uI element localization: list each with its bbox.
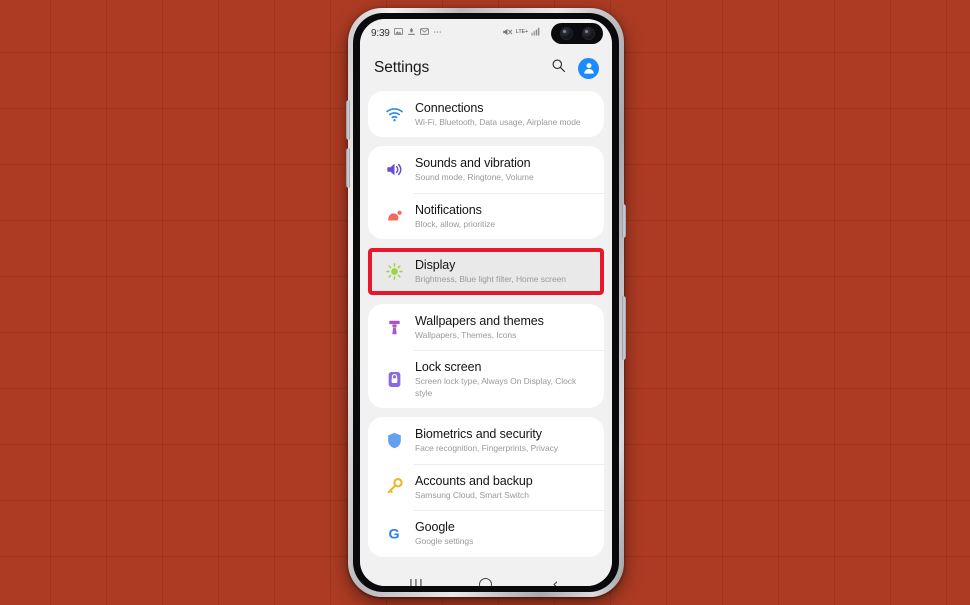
- paint-roller-icon: [378, 318, 410, 337]
- home-icon[interactable]: [468, 570, 504, 586]
- list-item-display[interactable]: Display Brightness, Blue light filter, H…: [368, 248, 604, 295]
- phone-device: 9:39 LTE+ Settings Connections Wi-Fi, Bl…: [346, 8, 626, 597]
- settings-card-group-highlighted: Display Brightness, Blue light filter, H…: [368, 248, 604, 295]
- navigation-bar: ||| ‹: [360, 567, 612, 586]
- back-icon[interactable]: ‹: [537, 570, 573, 586]
- list-item-title: Biometrics and security: [415, 427, 542, 442]
- list-item-title: Sounds and vibration: [415, 156, 531, 171]
- list-item-subtitle: Screen lock type, Always On Display, Clo…: [415, 376, 577, 398]
- backdrop: 9:39 LTE+ Settings Connections Wi-Fi, Bl…: [0, 0, 970, 605]
- list-item-text: Accounts and backup Samsung Cloud, Smart…: [410, 473, 533, 501]
- list-item-title: Accounts and backup: [415, 473, 533, 488]
- list-item-subtitle: Wi-Fi, Bluetooth, Data usage, Airplane m…: [415, 117, 581, 127]
- list-item[interactable]: Wallpapers and themes Wallpapers, Themes…: [368, 304, 604, 350]
- list-item-text: Sounds and vibration Sound mode, Rington…: [410, 155, 534, 183]
- status-bar: 9:39 LTE+: [360, 19, 612, 47]
- list-item-subtitle: Sound mode, Ringtone, Volume: [415, 172, 534, 183]
- list-item-subtitle: Wallpapers, Themes, Icons: [415, 329, 517, 340]
- signal-icon: [531, 27, 541, 39]
- punch-hole-camera: [551, 23, 603, 44]
- list-item-title: Display: [415, 258, 456, 273]
- camera-lens-secondary: [581, 27, 595, 40]
- photo-icon: [393, 27, 403, 39]
- list-item-title: Lock screen: [415, 360, 482, 375]
- power-button[interactable]: [622, 296, 626, 360]
- list-item-subtitle: Block, allow, prioritize: [415, 218, 496, 229]
- list-item[interactable]: Accounts and backup Samsung Cloud, Smart…: [368, 463, 604, 510]
- list-item[interactable]: Biometrics and security Face recognition…: [368, 417, 604, 463]
- list-item-title: Wallpapers and themes: [415, 313, 544, 328]
- list-item-text: Biometrics and security Face recognition…: [410, 426, 558, 454]
- recents-icon[interactable]: |||: [399, 570, 435, 586]
- list-item-text: Notifications Block, allow, prioritize: [410, 202, 495, 230]
- phone-screen: 9:39 LTE+ Settings Connections Wi-Fi, Bl…: [360, 19, 612, 586]
- list-item-subtitle: Brightness, Blue light filter, Home scre…: [415, 274, 566, 285]
- settings-card-group: Sounds and vibration Sound mode, Rington…: [368, 146, 604, 240]
- mute-icon: [502, 27, 513, 40]
- list-item-subtitle: Samsung Cloud, Smart Switch: [415, 489, 529, 500]
- volume-down-button[interactable]: [346, 148, 350, 188]
- wifi-icon: [378, 105, 410, 124]
- list-item-text: Wallpapers and themes Wallpapers, Themes…: [410, 313, 544, 341]
- phone-bezel: 9:39 LTE+ Settings Connections Wi-Fi, Bl…: [353, 13, 619, 592]
- shield-icon: [378, 431, 410, 450]
- notification-icon: [378, 207, 410, 226]
- list-item-title: Notifications: [415, 202, 482, 217]
- brightness-sun-icon: [378, 262, 410, 281]
- list-item[interactable]: Notifications Block, allow, prioritize: [368, 192, 604, 239]
- speaker-icon: [378, 160, 410, 179]
- download-icon: [407, 27, 416, 39]
- header-actions: [551, 57, 599, 79]
- list-item-subtitle: Google settings: [415, 536, 474, 547]
- network-type-label: LTE+: [515, 29, 528, 36]
- page-title: Settings: [374, 59, 430, 76]
- list-item-text: Connections Wi-Fi, Bluetooth, Data usage…: [410, 100, 581, 128]
- list-item-text: Lock screen Screen lock type, Always On …: [410, 359, 592, 399]
- more-icon: [433, 27, 443, 39]
- lock-icon: [378, 370, 410, 389]
- app-header: Settings: [360, 47, 612, 89]
- settings-list[interactable]: Connections Wi-Fi, Bluetooth, Data usage…: [360, 89, 612, 567]
- settings-card-group: Biometrics and security Face recognition…: [368, 417, 604, 557]
- list-item-text: Google Google settings: [410, 519, 473, 547]
- list-item-title: Connections: [415, 101, 484, 115]
- settings-card-group: Connections Wi-Fi, Bluetooth, Data usage…: [368, 91, 604, 138]
- key-icon: [378, 477, 410, 496]
- list-item-subtitle: Face recognition, Fingerprints, Privacy: [415, 443, 559, 454]
- camera-lens-primary: [559, 27, 573, 40]
- status-clock: 9:39: [371, 27, 390, 39]
- account-avatar-icon[interactable]: [578, 57, 599, 79]
- mail-icon: [419, 27, 429, 39]
- settings-card-group: Wallpapers and themes Wallpapers, Themes…: [368, 303, 604, 409]
- list-item-title: Google: [415, 520, 455, 535]
- list-item-text: Display Brightness, Blue light filter, H…: [410, 257, 566, 285]
- search-icon[interactable]: [551, 58, 566, 78]
- google-g-icon: G: [378, 524, 410, 543]
- list-item[interactable]: Lock screen Screen lock type, Always On …: [368, 350, 604, 408]
- bixby-button[interactable]: [622, 204, 626, 238]
- svg-text:G: G: [388, 527, 399, 543]
- volume-up-button[interactable]: [346, 100, 350, 140]
- status-bar-left: 9:39: [371, 27, 443, 39]
- list-item[interactable]: G Google Google settings: [368, 510, 604, 556]
- list-item[interactable]: Sounds and vibration Sound mode, Rington…: [368, 146, 604, 192]
- list-item[interactable]: Connections Wi-Fi, Bluetooth, Data usage…: [368, 91, 604, 137]
